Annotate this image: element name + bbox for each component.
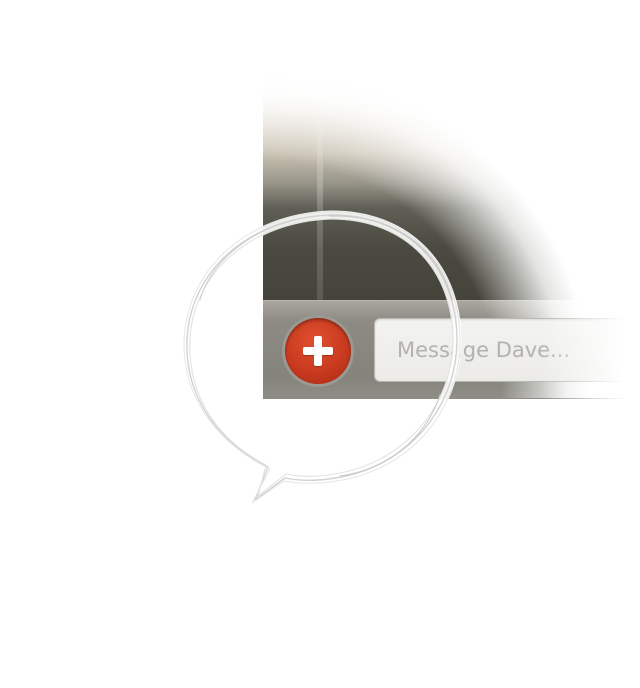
add-attachment-button[interactable] [285,318,351,384]
plus-icon [303,336,333,366]
list-divider [317,98,323,300]
message-input[interactable] [374,318,640,382]
